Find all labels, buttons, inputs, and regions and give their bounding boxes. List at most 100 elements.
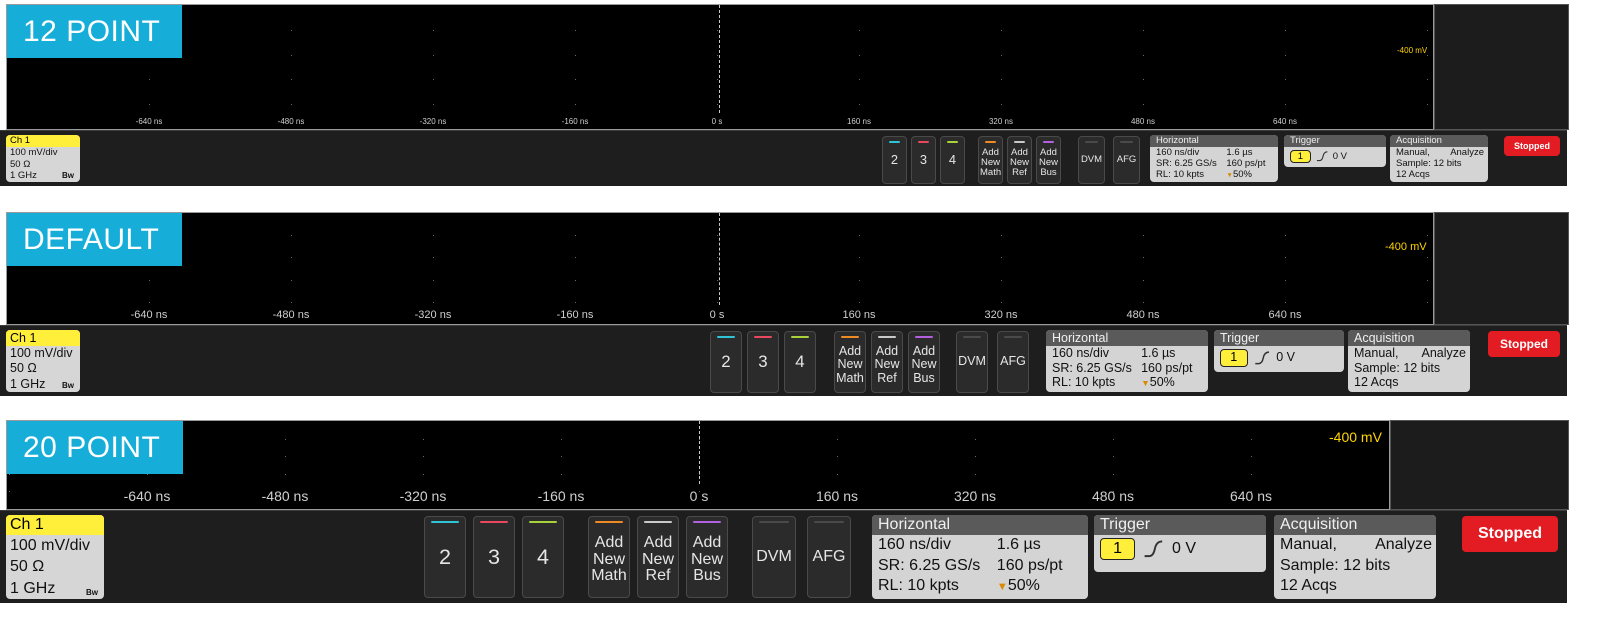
grid-dot xyxy=(423,439,424,440)
channel-settings: 100 mV/div 50 Ω1 GHz Bw xyxy=(6,346,80,392)
trigger-badge[interactable]: Trigger 1 0 V xyxy=(1094,515,1266,573)
afg-button[interactable]: AFG xyxy=(1113,136,1140,184)
dvm-button[interactable]: DVM xyxy=(956,331,988,393)
horizontal-value-right: ▼50% xyxy=(1226,169,1252,181)
grid-dot xyxy=(1285,55,1286,56)
grid-dot xyxy=(717,302,718,303)
horizontal-settings: 160 ns/div 1.6 µs SR: 6.25 GS/s 160 ps/pt RL… xyxy=(872,535,1088,597)
horizontal-badge[interactable]: Horizontal 160 ns/div 1.6 µs SR: 6.25 GS/s 1… xyxy=(872,515,1088,599)
acquisition-badge[interactable]: Acquisition Manual, Analyze Sample: 12 bits… xyxy=(1274,515,1436,599)
grid-dot xyxy=(717,79,718,80)
horizontal-badge[interactable]: Horizontal 160 ns/div 1.6 µs SR: 6.25 GS/s 1… xyxy=(1150,135,1278,182)
grid-dot xyxy=(1001,302,1002,303)
acquisition-analyze: Analyze xyxy=(1450,147,1484,158)
grid-dot xyxy=(1251,439,1252,440)
channel-color-stripe xyxy=(947,141,958,143)
channel-1-badge[interactable]: Ch 1 100 mV/div 50 Ω1 GHz Bw xyxy=(6,135,80,182)
time-axis-label: -480 ns xyxy=(261,488,309,504)
add-new-math-button[interactable]: Add New Math xyxy=(588,516,630,598)
horizontal-row: 160 ns/div 1.6 µs xyxy=(1156,147,1278,158)
channel-2-button[interactable]: 2 xyxy=(882,136,907,184)
dvm-button[interactable]: DVM xyxy=(1078,136,1105,184)
time-axis-label: 640 ns xyxy=(1268,309,1302,321)
grid-dot xyxy=(433,55,434,56)
trigger-badge[interactable]: Trigger 1 0 V xyxy=(1284,135,1386,167)
add-new-bus-button[interactable]: Add New Bus xyxy=(908,331,940,393)
channel-2-button[interactable]: 2 xyxy=(424,516,466,598)
time-axis-label: -640 ns xyxy=(135,117,163,126)
dvm-button[interactable]: DVM xyxy=(752,516,796,598)
add-new-ref-button[interactable]: Add New Ref xyxy=(1007,136,1032,184)
grid-dot xyxy=(1427,235,1428,236)
channel-3-button[interactable]: 3 xyxy=(747,331,779,393)
grid-dot xyxy=(1001,30,1002,31)
add-button-label: Add New Bus xyxy=(911,344,937,385)
grid-dot xyxy=(1285,257,1286,258)
grid-dot xyxy=(147,474,148,475)
channel-3-button[interactable]: 3 xyxy=(473,516,515,598)
grid-dot xyxy=(717,30,718,31)
grid-dot xyxy=(1143,79,1144,80)
waveform-display[interactable]: DEFAULT -640 ns -480 ns -320 ns -160 ns 0 s 16… xyxy=(6,212,1434,325)
time-axis-label: -480 ns xyxy=(272,309,310,321)
grid-dot xyxy=(291,79,292,80)
grid-dot xyxy=(433,30,434,31)
grid-dot xyxy=(975,439,976,440)
acquisition-analyze: Analyze xyxy=(1421,346,1466,360)
grid-dot xyxy=(575,257,576,258)
waveform-display[interactable]: 20 POINT -640 ns -480 ns -320 ns -160 ns 0 s 1… xyxy=(6,420,1390,510)
add-new-ref-button[interactable]: Add New Ref xyxy=(871,331,903,393)
acquisition-row: Manual, Analyze xyxy=(1354,346,1470,361)
afg-button[interactable]: AFG xyxy=(997,331,1029,393)
add-new-ref-button[interactable]: Add New Ref xyxy=(637,516,679,598)
grid-dot xyxy=(1427,257,1428,258)
run-stop-button[interactable]: Stopped xyxy=(1488,331,1560,357)
channel-4-button[interactable]: 4 xyxy=(522,516,564,598)
run-stop-button[interactable]: Stopped xyxy=(1504,136,1560,156)
add-new-bus-button[interactable]: Add New Bus xyxy=(1036,136,1061,184)
acquisition-mode: Manual, xyxy=(1354,346,1399,360)
button-color-stripe xyxy=(1085,141,1098,143)
grid-dot xyxy=(1113,474,1114,475)
button-color-stripe xyxy=(963,336,981,338)
time-axis-label: 160 ns xyxy=(846,117,872,126)
acquisition-badge[interactable]: Acquisition Manual, Analyze Sample: 12 bits… xyxy=(1348,330,1470,392)
grid-dot xyxy=(1143,30,1144,31)
add-new-bus-button[interactable]: Add New Bus xyxy=(686,516,728,598)
run-stop-button[interactable]: Stopped xyxy=(1462,516,1558,552)
grid-dot xyxy=(1001,79,1002,80)
grid-dot xyxy=(1113,439,1114,440)
trigger-badge[interactable]: Trigger 1 0 V xyxy=(1214,330,1344,373)
channel-4-button[interactable]: 4 xyxy=(784,331,816,393)
settings-bar: Ch 1 100 mV/div 50 Ω1 GHz Bw 2 3 4 Add New Math… xyxy=(0,325,1567,396)
time-axis-label: 0 s xyxy=(709,309,725,321)
trigger-settings: 1 0 V xyxy=(1214,346,1344,367)
grid-dot xyxy=(1001,280,1002,281)
channel-1-badge[interactable]: Ch 1 100 mV/div 50 Ω1 GHz Bw xyxy=(6,515,104,599)
time-axis-label: 320 ns xyxy=(984,309,1018,321)
channel-name: Ch 1 xyxy=(6,330,80,346)
grid-dot xyxy=(1001,55,1002,56)
time-axis-label: -160 ns xyxy=(556,309,594,321)
afg-button[interactable]: AFG xyxy=(807,516,851,598)
add-new-math-button[interactable]: Add New Math xyxy=(978,136,1003,184)
acquisition-badge[interactable]: Acquisition Manual, Analyze Sample: 12 bits… xyxy=(1390,135,1488,182)
channel-2-button[interactable]: 2 xyxy=(710,331,742,393)
channel-impedance: 50 Ω xyxy=(10,361,37,376)
horizontal-badge[interactable]: Horizontal 160 ns/div 1.6 µs SR: 6.25 GS/s 1… xyxy=(1046,330,1208,392)
waveform-display[interactable]: 12 POINT -640 ns -480 ns -320 ns -160 ns 0 s 1… xyxy=(6,4,1434,130)
channel-1-badge[interactable]: Ch 1 100 mV/div 50 Ω1 GHz Bw xyxy=(6,330,80,392)
channel-4-button[interactable]: 4 xyxy=(940,136,965,184)
acquisition-title: Acquisition xyxy=(1390,135,1488,147)
time-axis-label: -320 ns xyxy=(419,117,447,126)
acquisition-settings: Manual, Analyze Sample: 12 bits 12 Acqs xyxy=(1274,535,1436,597)
grid-dot xyxy=(1143,257,1144,258)
trigger-title: Trigger xyxy=(1214,330,1344,346)
time-axis-label: -640 ns xyxy=(130,309,168,321)
channel-3-button[interactable]: 3 xyxy=(911,136,936,184)
grid-dot xyxy=(1285,30,1286,31)
channel-button-label: 2 xyxy=(438,543,451,569)
add-new-math-button[interactable]: Add New Math xyxy=(834,331,866,393)
channel-button-label: 3 xyxy=(758,352,768,372)
trigger-position-line xyxy=(699,421,700,484)
